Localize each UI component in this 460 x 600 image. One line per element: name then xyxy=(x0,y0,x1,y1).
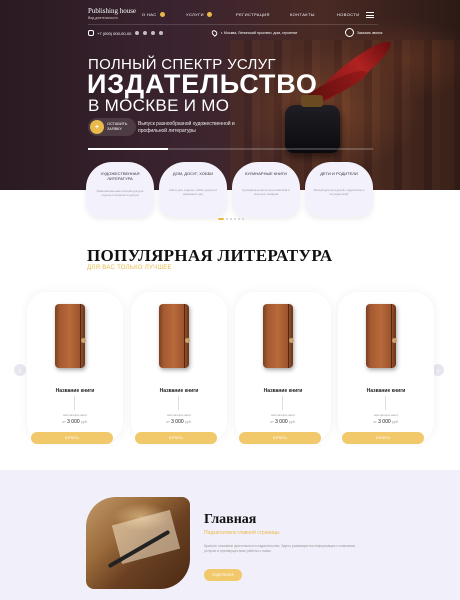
category-card[interactable]: ДЕТИ И РОДИТЕЛИ Литература для детей, по… xyxy=(305,162,373,217)
slider-dot[interactable] xyxy=(238,218,240,220)
location-pin-icon xyxy=(210,29,219,37)
hero-city: В МОСКВЕ И МО xyxy=(88,96,230,115)
menu-item-services[interactable]: УСЛУГИ xyxy=(186,12,212,17)
product-author: имя автора книги xyxy=(271,413,295,417)
category-desc: Развлекательная литература для отдыха и … xyxy=(96,189,144,197)
category-card[interactable]: ХУДОЖЕСТВЕННАЯ ЛИТЕРАТУРА Развлекательна… xyxy=(86,162,154,217)
product-divider xyxy=(385,396,386,410)
buy-button[interactable]: КУПИТЬ xyxy=(342,432,424,444)
chevron-right-icon: › xyxy=(436,365,440,375)
chevron-left-icon: ‹ xyxy=(18,365,22,375)
product-price: от 3 000 руб. xyxy=(166,419,192,425)
book-cover-image xyxy=(159,304,190,368)
leave-request-button[interactable]: + ОСТАВИТЬ ЗАЯВКУ xyxy=(88,118,136,136)
menu-item-label: КОНТАКТЫ xyxy=(290,12,315,17)
writing-desk-image xyxy=(86,497,190,589)
buy-button[interactable]: КУПИТЬ xyxy=(135,432,217,444)
product-name: Название книги xyxy=(263,388,303,394)
contacts-bar: +7 (000) 000-00-00 xyxy=(88,30,164,36)
about-text: Краткое описание деятельности издательст… xyxy=(204,544,356,553)
header-divider xyxy=(88,24,378,25)
menu-item-news[interactable]: НОВОСТИ xyxy=(337,12,360,17)
cta-line2: ЗАЯВКУ xyxy=(107,127,122,131)
menu-badge xyxy=(206,12,212,17)
category-slider-dots xyxy=(218,218,244,220)
product-card[interactable]: Название книги имя автора книги от 3 000… xyxy=(338,292,434,444)
viber-icon[interactable] xyxy=(151,31,156,35)
slider-dot[interactable] xyxy=(242,218,244,220)
categories: ХУДОЖЕСТВЕННАЯ ЛИТЕРАТУРА Развлекательна… xyxy=(86,162,376,217)
product-name: Название книги xyxy=(159,388,199,394)
category-desc: Книги для отдыха, хобби, досуга и домашн… xyxy=(169,188,217,196)
address: г. Москва, Ленинский проспект, дом, стро… xyxy=(210,29,298,37)
product-name: Название книги xyxy=(55,388,95,394)
hero-description: Выпуск разнообразной художественной и пр… xyxy=(138,121,235,134)
hamburger-menu-icon[interactable] xyxy=(366,12,374,20)
book-cover-image xyxy=(263,304,294,368)
hero-slider-progress[interactable] xyxy=(88,148,373,150)
product-divider xyxy=(74,396,75,410)
inkwell-image xyxy=(285,95,340,153)
category-desc: Литература для детей, подростков и их ро… xyxy=(313,188,365,196)
book-cover-image xyxy=(366,304,397,368)
product-name: Название книги xyxy=(366,388,406,394)
slider-dot[interactable] xyxy=(218,218,224,220)
category-card[interactable]: ДОМ, ДОСУГ, ХОББИ Книги для отдыха, хобб… xyxy=(159,162,227,217)
callback-button[interactable]: Заказать звонок xyxy=(345,28,382,37)
slider-dot[interactable] xyxy=(234,218,236,220)
slider-dot[interactable] xyxy=(230,218,232,220)
product-price: от 3 000 руб. xyxy=(62,419,88,425)
progress-fill xyxy=(88,148,168,150)
menu-item-registration[interactable]: РЕГИСТРАЦИЯ xyxy=(236,12,270,17)
whatsapp-icon[interactable] xyxy=(143,31,148,35)
logo-subtitle: Вид деятельности xyxy=(88,16,118,20)
logo[interactable]: Publishing house Вид деятельности xyxy=(88,7,136,20)
buy-button[interactable]: КУПИТЬ xyxy=(31,432,113,444)
product-divider xyxy=(178,396,179,410)
product-author: имя автора книги xyxy=(167,413,191,417)
menu-item-contacts[interactable]: КОНТАКТЫ xyxy=(290,12,315,17)
category-title: ДОМ, ДОСУГ, ХОББИ xyxy=(172,171,214,176)
address-text: г. Москва, Ленинский проспект, дом, стро… xyxy=(221,31,298,35)
category-card[interactable]: КУЛИНАРНЫЕ КНИГИ Кулинарные книги для но… xyxy=(232,162,300,217)
popular-section-subtitle: ДЛЯ ВАС ТОЛЬКО ЛУЧШЕЕ xyxy=(87,265,172,271)
phone-number[interactable]: +7 (000) 000-00-00 xyxy=(97,31,131,36)
carousel-prev-button[interactable]: ‹ xyxy=(14,364,26,376)
buy-button[interactable]: КУПИТЬ xyxy=(239,432,321,444)
product-card[interactable]: Название книги имя автора книги от 3 000… xyxy=(131,292,227,444)
menu-item-about[interactable]: О НАС xyxy=(142,12,165,17)
product-divider xyxy=(282,396,283,410)
slider-dot[interactable] xyxy=(226,218,228,220)
product-author: имя автора книги xyxy=(63,413,87,417)
category-title: КУЛИНАРНЫЕ КНИГИ xyxy=(245,171,287,176)
product-card[interactable]: Название книги имя автора книги от 3 000… xyxy=(235,292,331,444)
telegram-icon[interactable] xyxy=(135,31,140,35)
book-cover-image xyxy=(55,304,86,368)
menu-item-label: УСЛУГИ xyxy=(186,12,204,17)
product-author: имя автора книги xyxy=(374,413,398,417)
popular-section-title: ПОПУЛЯРНАЯ ЛИТЕРАТУРА xyxy=(87,246,333,265)
phone-call-icon xyxy=(345,28,354,37)
menu-item-label: РЕГИСТРАЦИЯ xyxy=(236,12,270,17)
menu-item-label: О НАС xyxy=(142,12,157,17)
vk-icon[interactable] xyxy=(159,31,164,35)
about-subtitle: Подзаголовок главной страницы xyxy=(204,530,280,536)
logo-title: Publishing house xyxy=(88,7,137,15)
category-desc: Кулинарные книги для новичков и опытных … xyxy=(242,188,290,196)
more-button[interactable]: ПОДРОБНЕЕ xyxy=(204,569,242,581)
menu-badge xyxy=(159,12,165,17)
menu-item-label: НОВОСТИ xyxy=(337,12,360,17)
phone-icon xyxy=(88,30,94,36)
product-card[interactable]: Название книги имя автора книги от 3 000… xyxy=(27,292,123,444)
product-price: от 3 000 руб. xyxy=(270,419,296,425)
product-price: от 3 000 руб. xyxy=(373,419,399,425)
callback-label: Заказать звонок xyxy=(357,30,383,35)
about-title: Главная xyxy=(204,512,257,527)
category-title: ХУДОЖЕСТВЕННАЯ ЛИТЕРАТУРА xyxy=(100,171,140,181)
category-title: ДЕТИ И РОДИТЕЛИ xyxy=(320,171,358,176)
plus-icon: + xyxy=(90,120,104,134)
